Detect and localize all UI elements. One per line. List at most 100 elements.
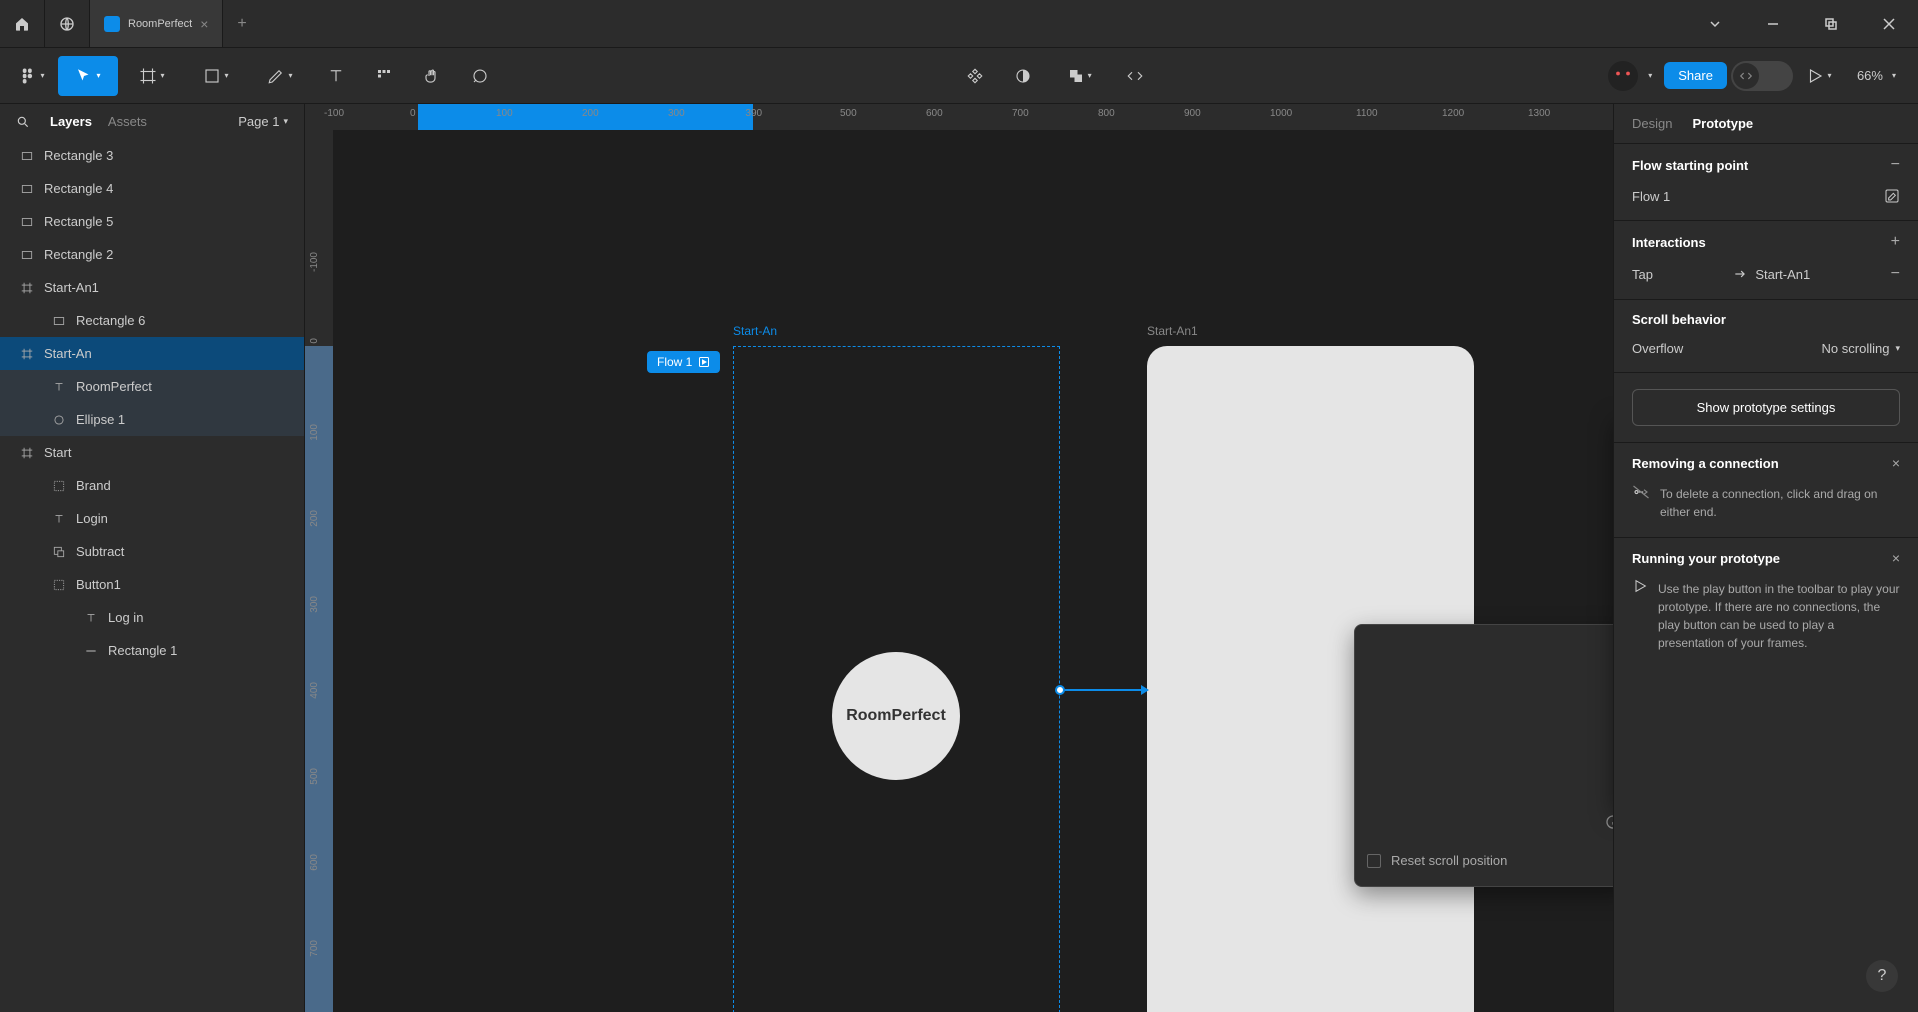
show-prototype-settings-button[interactable]: Show prototype settings (1632, 389, 1900, 426)
window-close[interactable] (1860, 0, 1918, 48)
minus-icon[interactable]: − (1891, 156, 1900, 174)
design-tab[interactable]: Design (1632, 116, 1672, 131)
play-icon (1632, 578, 1648, 594)
layer-item[interactable]: Ellipse 1 (0, 403, 304, 436)
layer-item[interactable]: Rectangle 3 (0, 139, 304, 172)
edit-icon[interactable] (1884, 188, 1900, 204)
close-tab-icon[interactable]: × (200, 16, 208, 32)
globe-tab[interactable] (45, 0, 90, 47)
canvas[interactable]: -200-10001002003003905006007008009001000… (305, 104, 1613, 1012)
user-avatar[interactable]: ▾ (1608, 61, 1638, 91)
help-button[interactable]: ? (1866, 960, 1898, 992)
plus-icon[interactable]: + (1891, 233, 1900, 251)
figma-menu-button[interactable]: ▾ (10, 56, 54, 96)
devmode-inspect[interactable] (1113, 56, 1157, 96)
close-icon[interactable]: × (1892, 455, 1900, 471)
pen-tool[interactable]: ▾ (250, 56, 310, 96)
shape-tool[interactable]: ▾ (186, 56, 246, 96)
checkbox-icon[interactable] (1367, 854, 1381, 868)
layer-label: Rectangle 6 (76, 313, 145, 328)
present-button[interactable]: ▾ (1797, 56, 1841, 96)
frame-label-1[interactable]: Start-An (733, 324, 777, 338)
window-maximize[interactable] (1802, 0, 1860, 48)
code-icon (1126, 67, 1144, 85)
resources-tool[interactable] (362, 56, 406, 96)
hand-tool[interactable] (410, 56, 454, 96)
toolbar: ▾ ▾ ▾ ▾ ▾ (0, 48, 1918, 104)
layer-label: Ellipse 1 (76, 412, 125, 427)
interaction-trigger: Tap (1632, 267, 1653, 282)
overflow-dropdown[interactable]: No scrolling ▾ (1822, 341, 1900, 356)
connector-line[interactable] (1065, 689, 1141, 691)
flow-badge[interactable]: Flow 1 (647, 351, 720, 373)
ruler-horizontal: -200-10001002003003905006007008009001000… (333, 104, 1613, 130)
connector-arrow (1141, 685, 1149, 695)
connector-start-dot[interactable] (1055, 685, 1065, 695)
layer-item[interactable]: Start-An (0, 337, 304, 370)
layer-label: Rectangle 5 (44, 214, 113, 229)
layer-item[interactable]: Rectangle 5 (0, 205, 304, 238)
mask-icon (1014, 67, 1032, 85)
layer-item[interactable]: Start (0, 436, 304, 469)
prototype-tab[interactable]: Prototype (1692, 116, 1753, 131)
reset-scroll-checkbox-row[interactable]: Reset scroll position (1367, 847, 1613, 874)
page-selector[interactable]: Page 1 ▾ (238, 114, 288, 129)
mask-tool[interactable] (1001, 56, 1045, 96)
arrow-right-icon (1733, 267, 1747, 281)
titlebar-left: RoomPerfect × + (0, 0, 261, 47)
interaction-row[interactable]: Tap Start-An1 − (1632, 261, 1900, 287)
comment-tool[interactable] (458, 56, 502, 96)
zoom-control[interactable]: 66% ▾ (1845, 68, 1908, 83)
rectangle-icon (203, 67, 221, 85)
union-icon (1067, 67, 1085, 85)
minus-icon[interactable]: − (1891, 265, 1900, 283)
layer-item[interactable]: Rectangle 1 (0, 634, 304, 667)
layer-item[interactable]: Button1 (0, 568, 304, 601)
file-tab[interactable]: RoomPerfect × (90, 0, 223, 47)
layers-tab[interactable]: Layers (50, 114, 92, 129)
search-icon[interactable] (16, 115, 30, 129)
window-chevron[interactable] (1686, 0, 1744, 48)
info-icon[interactable] (1605, 814, 1613, 830)
left-panel: Layers Assets Page 1 ▾ Rectangle 3Rectan… (0, 104, 305, 1012)
close-icon[interactable]: × (1892, 550, 1900, 566)
layer-label: Rectangle 2 (44, 247, 113, 262)
file-tab-label: RoomPerfect (128, 18, 192, 30)
window-minimize[interactable] (1744, 0, 1802, 48)
frame-tool[interactable]: ▾ (122, 56, 182, 96)
layer-item[interactable]: RoomPerfect (0, 370, 304, 403)
layer-item[interactable]: Rectangle 4 (0, 172, 304, 205)
layer-item[interactable]: Rectangle 2 (0, 238, 304, 271)
panel-tabs: Layers Assets Page 1 ▾ (0, 104, 304, 139)
layer-label: Subtract (76, 544, 124, 559)
layer-item[interactable]: Subtract (0, 535, 304, 568)
globe-icon (59, 16, 75, 32)
overflow-label: Overflow (1632, 341, 1683, 356)
boolean-tool[interactable]: ▾ (1049, 56, 1109, 96)
interaction-detail-panel: Reset scroll position (1354, 624, 1613, 887)
new-tab-button[interactable]: + (223, 0, 260, 47)
move-tool[interactable]: ▾ (58, 56, 118, 96)
figma-icon (19, 67, 37, 85)
flow-name[interactable]: Flow 1 (1632, 189, 1670, 204)
frame-label-2[interactable]: Start-An1 (1147, 324, 1198, 338)
assets-tab[interactable]: Assets (108, 114, 147, 129)
interactions-title: Interactions (1632, 235, 1706, 250)
home-tab[interactable] (0, 0, 45, 47)
hand-icon (423, 67, 441, 85)
ellipse-roomperfect[interactable]: RoomPerfect (832, 652, 960, 780)
layer-item[interactable]: Log in (0, 601, 304, 634)
text-tool[interactable] (314, 56, 358, 96)
component-tool[interactable] (953, 56, 997, 96)
layer-item[interactable]: Login (0, 502, 304, 535)
layer-item[interactable]: Start-An1 (0, 271, 304, 304)
chevron-down-icon: ▾ (40, 71, 44, 80)
layer-item[interactable]: Rectangle 6 (0, 304, 304, 337)
devmode-toggle[interactable] (1731, 61, 1793, 91)
layer-label: Start (44, 445, 71, 460)
comment-icon (471, 67, 489, 85)
removing-help-text: To delete a connection, click and drag o… (1660, 481, 1900, 525)
avatar-face-icon (1608, 61, 1638, 91)
layer-item[interactable]: Brand (0, 469, 304, 502)
share-button[interactable]: Share (1664, 62, 1727, 89)
